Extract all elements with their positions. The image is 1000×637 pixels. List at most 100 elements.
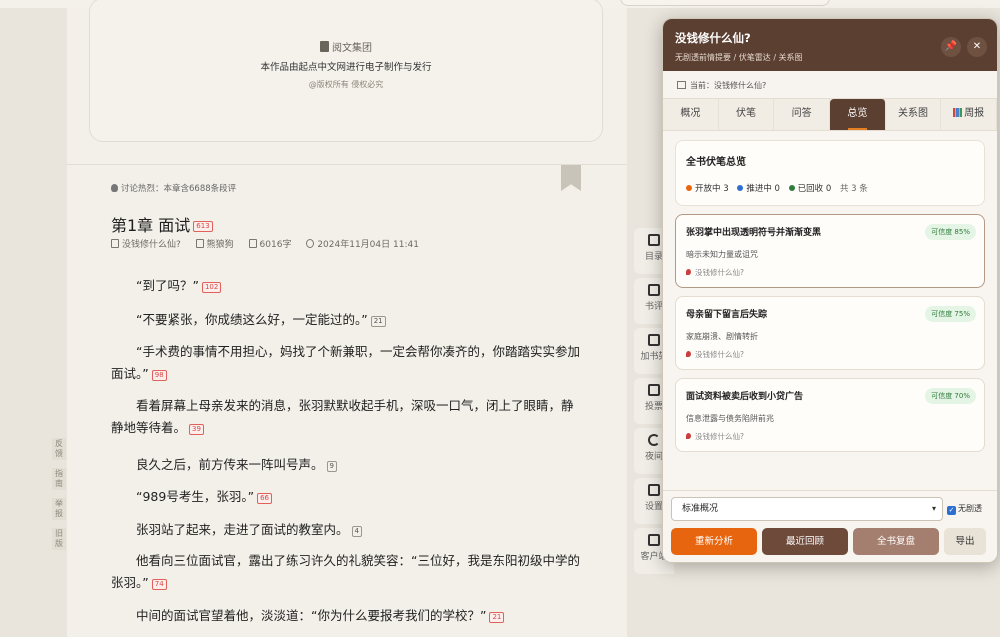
paragraph-text: 他看向三位面试官，露出了练习许久的礼貌笑容：“三位好，我是东阳初级中学的张羽。”: [111, 553, 580, 590]
paragraph-text: 良久之后，前方传来一阵叫号声。: [136, 457, 324, 472]
paragraph-text: 中间的面试官望着他，淡淡道：“你为什么要报考我们的学校？”: [136, 608, 487, 623]
panel-tab-label: 问答: [791, 108, 812, 119]
no-spoiler-checkbox[interactable]: ✓ 无剧透: [947, 503, 982, 515]
paragraph-text: “到了吗？”: [136, 278, 199, 293]
close-icon[interactable]: ✕: [967, 37, 987, 57]
paragraph-comment-badge[interactable]: 21: [370, 316, 386, 327]
summary-title: 全书伏笔总览: [686, 157, 746, 168]
location-pin-icon: [686, 269, 691, 275]
copyright-statement: 本作品由起点中文网进行电子制作与发行: [260, 62, 432, 73]
confidence-badge: 可信度 70%: [925, 388, 976, 404]
publisher-name: 阅文集团: [332, 43, 372, 54]
chapter-title: 第1章 面试 613: [111, 212, 213, 236]
location-pin-icon: [686, 351, 691, 357]
panel-tab[interactable]: 总览: [830, 99, 886, 130]
stat-advancing: 推进中 0: [737, 184, 780, 194]
word-count-icon: [248, 239, 257, 248]
foreshadow-desc: 信息泄露与债务陷阱前兆: [686, 414, 774, 423]
recent-review-button[interactable]: 最近回顾: [762, 528, 848, 555]
foreshadow-source: 没钱修什么仙?: [686, 349, 974, 360]
meta-book[interactable]: 没钱修什么仙?: [122, 240, 181, 250]
paragraph-comment-badge[interactable]: 39: [189, 424, 204, 435]
meta-date: 2024年11月04日 11:41: [317, 240, 419, 250]
paragraph-comment-badge[interactable]: 74: [151, 579, 167, 590]
export-button[interactable]: 导出: [944, 528, 986, 555]
paragraph: “手术费的事情不用担心，妈找了个新兼职，一定会帮你凑齐的，你踏踏实实参加面试。”…: [111, 341, 581, 385]
foreshadow-desc: 暗示未知力量或诅咒: [686, 250, 758, 259]
stat-open-text: 开放中 3: [695, 184, 729, 194]
panel-tab-label: 周报: [964, 108, 985, 119]
summary-stats: 开放中 3 推进中 0 已回收 0 共 3 条: [686, 182, 974, 194]
clock-icon: [306, 239, 315, 248]
side-tabs: 反馈 指南 举报 旧版: [52, 438, 66, 558]
panel-tab[interactable]: 问答: [774, 99, 831, 130]
panel-footer: 标准概况 ▾ ✓ 无剧透 重新分析 最近回顾 全书复盘 导出: [663, 490, 997, 562]
side-tab-report[interactable]: 举报: [52, 498, 66, 520]
publisher-logo: 阅文集团: [90, 39, 602, 54]
confidence-badge: 可信度 75%: [925, 306, 976, 322]
paragraph-text: 张羽站了起来，走进了面试的教室内。: [136, 522, 349, 537]
pin-icon[interactable]: 📌: [941, 37, 961, 57]
paragraph-text: 看着屏幕上母亲发来的消息，张羽默默收起手机，深吸一口气，闭上了眼睛，静静地等待着…: [111, 398, 574, 435]
reanalyze-button[interactable]: 重新分析: [671, 528, 757, 555]
foreshadow-card[interactable]: 张羽掌中出现透明符号并渐渐变黑 可信度 85% 暗示未知力量或诅咒 没钱修什么仙?: [675, 214, 985, 288]
full-review-button[interactable]: 全书复盘: [853, 528, 939, 555]
confidence-badge: 可信度 85%: [925, 224, 976, 240]
foreshadow-panel: 没钱修什么仙? 无剧透前情提要 / 伏笔雷达 / 关系图 📌 ✕ 当前：没钱修什…: [662, 18, 998, 563]
stat-open: 开放中 3: [686, 184, 729, 194]
paragraph: 良久之后，前方传来一阵叫号声。 9: [111, 454, 581, 476]
chapter-comment-badge[interactable]: 613: [193, 221, 213, 232]
chapter-title-text: 第1章 面试: [111, 216, 191, 235]
panel-tab[interactable]: 周报: [941, 99, 997, 130]
advancing-dot-icon: [737, 185, 744, 191]
paragraph: 张羽站了起来，走进了面试的教室内。 4: [111, 519, 581, 541]
no-spoiler-label: 无剧透: [958, 504, 982, 513]
meta-author[interactable]: 熊狼狗: [207, 240, 234, 250]
panel-title: 没钱修什么仙?: [675, 31, 751, 45]
paragraph: “不要紧张，你成绩这么好，一定能过的。” 21: [111, 309, 581, 331]
book-icon: [648, 284, 660, 296]
foreshadow-source-text: 没钱修什么仙?: [695, 268, 744, 277]
panel-tab-label: 关系图: [898, 108, 929, 119]
foreshadow-desc: 家庭崩溃、剧情转折: [686, 332, 758, 341]
meta-words: 6016字: [259, 240, 292, 250]
stat-recovered-text: 已回收 0: [797, 184, 832, 194]
shelf-icon: [648, 334, 660, 346]
stat-recovered: 已回收 0: [788, 184, 832, 194]
paragraph-comment-badge[interactable]: 4: [351, 526, 362, 537]
paragraph: 看着屏幕上母亲发来的消息，张羽默默收起手机，深吸一口气，闭上了眼睛，静静地等待着…: [111, 395, 581, 439]
paragraph-comment-badge[interactable]: 66: [257, 493, 272, 504]
paragraph-comment-badge[interactable]: 98: [151, 370, 167, 381]
side-tab-old-version[interactable]: 旧版: [52, 528, 66, 550]
paragraph-comment-badge[interactable]: 102: [201, 282, 222, 293]
ticket-icon: [648, 384, 660, 396]
copyright-card: 阅文集团 本作品由起点中文网进行电子制作与发行 @版权所有 侵权必究: [89, 0, 603, 142]
checkbox-checked-icon: ✓: [947, 506, 956, 515]
panel-tab[interactable]: 概况: [663, 99, 719, 130]
foreshadow-card[interactable]: 母亲留下留言后失踪 可信度 75% 家庭崩溃、剧情转折 没钱修什么仙?: [675, 296, 985, 370]
side-tab-guide[interactable]: 指南: [52, 468, 66, 490]
bookmark-icon[interactable]: [561, 165, 581, 191]
flame-icon: [111, 184, 118, 192]
book-icon: [677, 81, 686, 89]
panel-tab[interactable]: 关系图: [886, 99, 942, 130]
location-pin-icon: [686, 433, 691, 439]
mode-select[interactable]: 标准概况 ▾: [671, 497, 943, 521]
panel-subtitle: 无剧透前情提要 / 伏笔雷达 / 关系图: [675, 53, 803, 62]
paragraph-text: “989号考生，张羽。”: [136, 489, 255, 504]
foreshadow-source-text: 没钱修什么仙?: [695, 350, 744, 359]
paragraph: “989号考生，张羽。” 66: [111, 486, 581, 508]
paragraph-comment-badge[interactable]: 21: [489, 612, 505, 623]
moon-icon: [648, 434, 660, 446]
chapter-meta: 没钱修什么仙? 熊狼狗 6016字 2024年11月04日 11:41: [111, 237, 419, 250]
chevron-down-icon: ▾: [931, 504, 936, 513]
paragraph: 中间的面试官望着他，淡淡道：“你为什么要报考我们的学校？” 21: [111, 605, 581, 627]
side-tab-feedback[interactable]: 反馈: [52, 438, 66, 460]
paragraph-comment-badge[interactable]: 9: [326, 461, 337, 472]
foreshadow-card[interactable]: 面试资料被卖后收到小贷广告 可信度 70% 信息泄露与债务陷阱前兆 没钱修什么仙?: [675, 378, 985, 452]
panel-tab[interactable]: 伏笔: [719, 99, 775, 130]
recovered-dot-icon: [788, 185, 795, 191]
action-buttons: 重新分析 最近回顾 全书复盘 导出: [671, 528, 991, 555]
foreshadow-source-text: 没钱修什么仙?: [695, 432, 744, 441]
divider: [67, 164, 627, 165]
